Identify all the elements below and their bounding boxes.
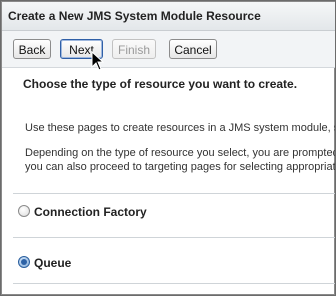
connection-factory-radio[interactable] [18, 205, 30, 217]
cancel-button[interactable]: Cancel [169, 39, 217, 59]
finish-button[interactable]: Finish [112, 39, 156, 59]
queue-radio[interactable] [18, 256, 30, 268]
mouse-pointer-icon [91, 51, 105, 71]
page-title: Create a New JMS System Module Resource [8, 9, 261, 23]
divider [13, 283, 335, 284]
description-paragraph-2-line-2: you can also proceed to targeting pages … [25, 161, 335, 173]
section-heading: Choose the type of resource you want to … [23, 77, 298, 91]
divider [13, 237, 335, 238]
connection-factory-label[interactable]: Connection Factory [34, 205, 147, 219]
description-paragraph-1: Use these pages to create resources in a… [25, 122, 335, 134]
divider [13, 193, 335, 194]
queue-label[interactable]: Queue [34, 256, 71, 270]
description-paragraph-2-line-1: Depending on the type of resource you se… [25, 147, 335, 159]
title-bar: Create a New JMS System Module Resource [2, 2, 335, 31]
back-button[interactable]: Back [13, 39, 51, 59]
dialog-panel: Create a New JMS System Module Resource … [1, 1, 335, 295]
wizard-toolbar: Back Next Finish Cancel [2, 31, 335, 68]
